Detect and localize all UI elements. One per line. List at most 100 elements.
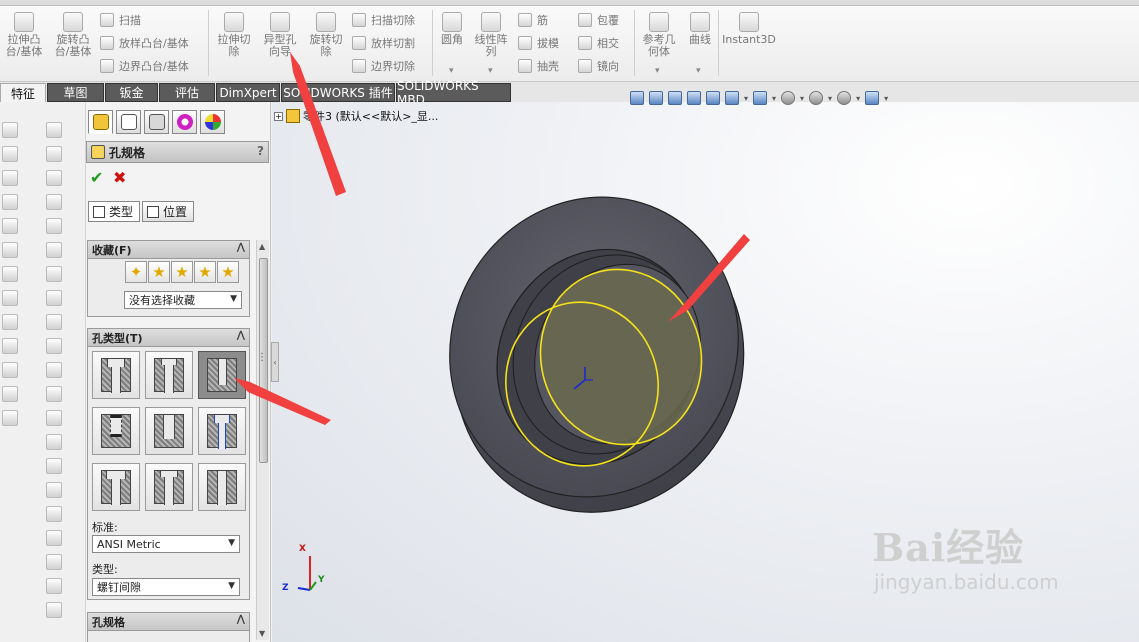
chevron-down-icon[interactable]: ▾ <box>828 94 832 103</box>
type-select[interactable]: 螺钉间隙 ▼ <box>92 578 240 596</box>
curves-dropdown-icon[interactable]: ▾ <box>696 66 701 76</box>
shell-button[interactable]: 抽壳 <box>518 57 559 75</box>
favorites-header[interactable]: 收藏(F) ⋀ <box>88 241 249 259</box>
loft-boss-button[interactable]: 放样凸台/基体 <box>100 34 189 52</box>
zoom-to-area-icon[interactable] <box>649 91 663 105</box>
tool-icon[interactable] <box>46 266 62 282</box>
tab-position[interactable]: 位置 <box>142 201 195 222</box>
splitter-grip-icon[interactable]: ⋮ <box>257 352 267 363</box>
tab-feature[interactable]: 特征 <box>0 83 46 102</box>
save-favorite-icon[interactable]: ★ <box>194 261 216 283</box>
extrude-cut-button[interactable]: 拉伸切 除 <box>214 12 254 58</box>
tool-icon[interactable] <box>2 314 18 330</box>
view-triad[interactable] <box>297 556 317 591</box>
tab-dimxpert[interactable]: DimXpert <box>216 83 280 102</box>
tapered-tap-type-button[interactable] <box>145 407 193 455</box>
scroll-down-icon[interactable]: ▼ <box>259 629 265 638</box>
hole-type-header[interactable]: 孔类型(T) ⋀ <box>88 329 249 347</box>
ok-button[interactable]: ✔ <box>90 168 103 187</box>
tool-icon[interactable] <box>2 122 18 138</box>
tool-icon[interactable] <box>46 314 62 330</box>
scroll-up-icon[interactable]: ▲ <box>259 242 265 251</box>
tool-icon[interactable] <box>46 290 62 306</box>
tool-icon[interactable] <box>2 218 18 234</box>
slot-type-button[interactable] <box>198 463 246 511</box>
tool-icon[interactable] <box>2 410 18 426</box>
view-orientation-icon[interactable] <box>725 91 739 105</box>
straight-tap-type-button[interactable] <box>92 407 140 455</box>
edit-appearance-icon[interactable] <box>809 91 824 105</box>
fillet-button[interactable]: 圆角 <box>438 12 466 46</box>
pattern-dropdown-icon[interactable]: ▾ <box>488 66 493 76</box>
tab-evaluate[interactable]: 评估 <box>159 83 215 102</box>
countersink-slot-type-button[interactable] <box>145 463 193 511</box>
tool-icon[interactable] <box>46 218 62 234</box>
reference-geometry-dropdown-icon[interactable]: ▾ <box>655 66 660 76</box>
tool-icon[interactable] <box>46 458 62 474</box>
tab-sketch[interactable]: 草图 <box>47 83 104 102</box>
collapse-icon[interactable]: ⋀ <box>237 614 245 625</box>
help-icon[interactable]: ? <box>257 144 264 158</box>
collapse-icon[interactable]: ⋀ <box>237 242 245 253</box>
legacy-hole-type-button[interactable] <box>198 407 246 455</box>
tool-icon[interactable] <box>46 410 62 426</box>
tab-dimxpert-manager[interactable] <box>172 110 197 134</box>
tool-icon[interactable] <box>46 242 62 258</box>
tab-type[interactable]: 类型 <box>88 201 141 222</box>
cancel-button[interactable]: ✖ <box>113 168 126 187</box>
apply-scene-icon[interactable] <box>837 91 852 105</box>
hole-type-button[interactable] <box>198 351 246 399</box>
tool-icon[interactable] <box>46 386 62 402</box>
chevron-down-icon[interactable]: ▾ <box>772 94 776 103</box>
counterbore-type-button[interactable] <box>92 351 140 399</box>
apply-defaults-icon[interactable]: ✦ <box>125 261 147 283</box>
tool-icon[interactable] <box>46 602 62 618</box>
previous-view-icon[interactable] <box>668 91 682 105</box>
tool-icon[interactable] <box>46 434 62 450</box>
add-favorite-icon[interactable]: ★ <box>148 261 170 283</box>
loft-cut-button[interactable]: 放样切割 <box>352 34 415 52</box>
standard-select[interactable]: ANSI Metric ▼ <box>92 535 240 553</box>
tool-icon[interactable] <box>46 362 62 378</box>
collapse-icon[interactable]: ⋀ <box>237 330 245 341</box>
draft-button[interactable]: 拔模 <box>518 34 559 52</box>
dynamic-annotation-icon[interactable] <box>706 91 720 105</box>
counterbore-slot-type-button[interactable] <box>92 463 140 511</box>
pm-scrollbar[interactable]: ▲ ▼ <box>256 240 269 640</box>
countersink-type-button[interactable] <box>145 351 193 399</box>
wrap-button[interactable]: 包覆 <box>578 11 619 29</box>
tool-icon[interactable] <box>46 482 62 498</box>
section-view-icon[interactable] <box>687 91 701 105</box>
revolve-cut-button[interactable]: 旋转切 除 <box>305 12 347 58</box>
tool-icon[interactable] <box>2 386 18 402</box>
load-favorite-icon[interactable]: ★ <box>217 261 239 283</box>
tool-icon[interactable] <box>2 146 18 162</box>
instant3d-button[interactable]: Instant3D <box>722 12 776 46</box>
favorites-select[interactable]: 没有选择收藏 ▼ <box>124 291 242 309</box>
tool-icon[interactable] <box>2 170 18 186</box>
revolve-boss-button[interactable]: 旋转凸 台/基体 <box>52 12 94 58</box>
tab-feature-manager[interactable] <box>88 110 113 134</box>
boundary-boss-button[interactable]: 边界凸台/基体 <box>100 57 189 75</box>
pm-collapse-handle[interactable]: ‹ <box>271 342 279 382</box>
tool-icon[interactable] <box>46 506 62 522</box>
tool-icon[interactable] <box>2 290 18 306</box>
hole-wizard-button[interactable]: 异型孔 向导 <box>259 12 301 58</box>
chevron-down-icon[interactable]: ▾ <box>884 94 888 103</box>
hide-show-items-icon[interactable] <box>781 91 796 105</box>
tab-solidworks-mbd[interactable]: SOLIDWORKS MBD <box>396 79 511 107</box>
tab-display-manager[interactable] <box>200 110 225 134</box>
sweep-button[interactable]: 扫描 <box>100 11 141 29</box>
boundary-cut-button[interactable]: 边界切除 <box>352 57 415 75</box>
graphics-viewport[interactable]: + 零件3 (默认<<默认>_显... X Y Z Bai经验 jingyan.… <box>272 102 1139 642</box>
chevron-down-icon[interactable]: ▾ <box>744 94 748 103</box>
intersect-button[interactable]: 相交 <box>578 34 619 52</box>
view-settings-icon[interactable] <box>865 91 880 105</box>
rib-button[interactable]: 筋 <box>518 11 548 29</box>
hole-spec-header[interactable]: 孔规格 ⋀ <box>88 613 249 631</box>
delete-favorite-icon[interactable]: ★ <box>171 261 193 283</box>
reference-geometry-button[interactable]: 参考几 何体 <box>638 12 680 58</box>
tab-sheet-metal[interactable]: 钣金 <box>105 83 158 102</box>
tool-icon[interactable] <box>46 170 62 186</box>
mirror-button[interactable]: 镜向 <box>578 57 619 75</box>
